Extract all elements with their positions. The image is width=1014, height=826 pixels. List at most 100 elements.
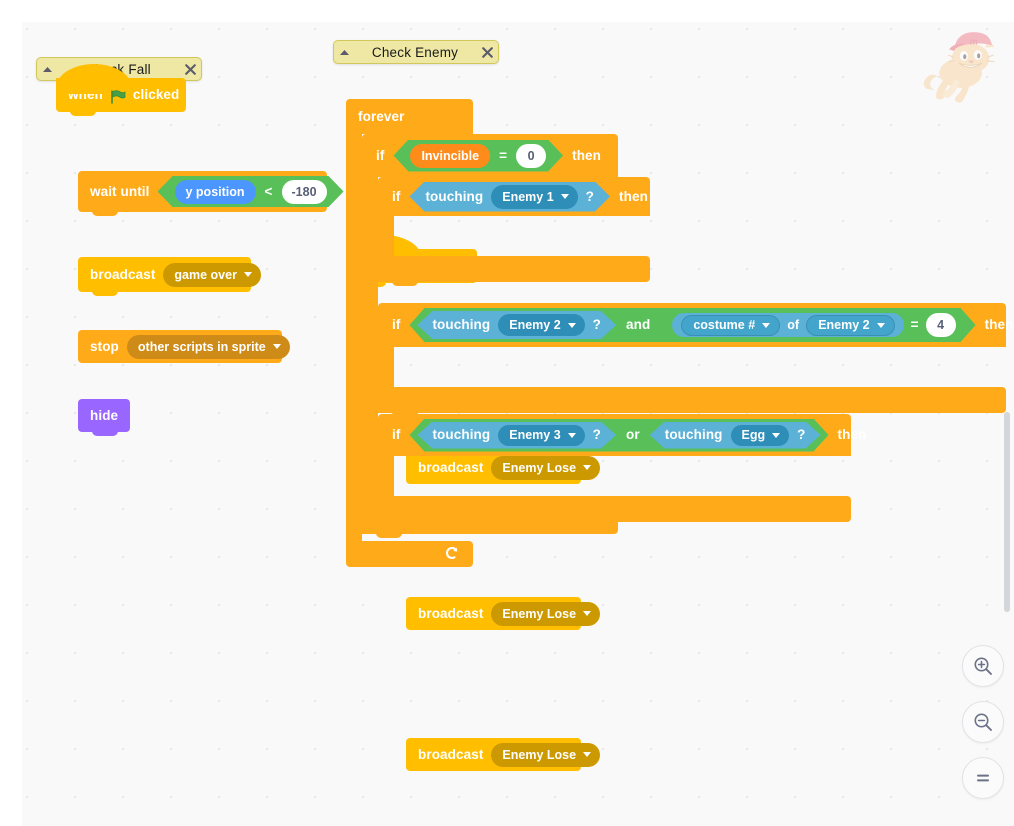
comment-close-icon[interactable]	[476, 46, 498, 58]
if-enemy1-left-arm	[378, 216, 394, 256]
chevron-down-icon	[583, 465, 592, 470]
if-label: if	[392, 188, 401, 204]
dropdown-value: Enemy Lose	[502, 606, 577, 621]
when-label: when	[68, 87, 103, 103]
if-label: if	[376, 147, 385, 163]
then-label: then	[837, 427, 867, 443]
chevron-down-icon	[568, 323, 576, 328]
block-stop-other-scripts[interactable]: stop other scripts in sprite	[78, 330, 290, 363]
then-label: then	[619, 188, 648, 204]
block-broadcast-enemy-lose-2[interactable]: broadcast Enemy Lose	[406, 597, 601, 630]
dropdown-value: Enemy 3	[509, 428, 561, 442]
dropdown-broadcast-message[interactable]: Enemy Lose	[491, 455, 601, 480]
equals-symbol: =	[910, 317, 919, 333]
if-invincible-left-arm	[362, 177, 378, 508]
block-if-touching-enemy1[interactable]: if touching Enemy 1 ? then	[378, 177, 650, 286]
comment-check-enemy[interactable]: Check Enemy	[333, 40, 499, 64]
dropdown-touching-target[interactable]: Enemy 2	[498, 314, 584, 336]
hide-label: hide	[90, 407, 119, 423]
block-when-flag-clicked-checkfall[interactable]: when clicked	[56, 64, 186, 116]
dropdown-value: Enemy 2	[509, 318, 561, 332]
zoom-out-button[interactable]	[962, 701, 1004, 743]
condition-invincible-equals[interactable]: Invincible = 0	[393, 140, 563, 172]
condition-touching-enemy1[interactable]: touching Enemy 1 ?	[409, 182, 610, 212]
input-invincible-value[interactable]: 0	[516, 144, 546, 168]
condition-touching-enemy2[interactable]: touching Enemy 2 ?	[417, 311, 616, 339]
block-workspace-canvas[interactable]: m Check Fall	[22, 22, 1014, 826]
question-mark: ?	[592, 317, 602, 333]
condition-touching-enemy3[interactable]: touching Enemy 3 ?	[417, 422, 616, 449]
block-if-touching-enemy3-or-egg[interactable]: if touching Enemy 3 ? or touching Egg ? …	[378, 414, 866, 526]
if-enemy3-left-arm	[378, 456, 394, 496]
zoom-reset-button[interactable]	[962, 757, 1004, 799]
input-threshold-value[interactable]: -180	[282, 180, 327, 204]
svg-text:m: m	[970, 36, 978, 46]
input-costume-number[interactable]: 4	[926, 313, 956, 337]
dropdown-value: Enemy Lose	[502, 747, 577, 762]
block-hide-checkfall[interactable]: hide	[78, 399, 130, 436]
variable-invincible[interactable]: Invincible	[410, 144, 490, 168]
wait-until-label: wait until	[90, 183, 150, 199]
dropdown-value: game over	[174, 267, 237, 282]
operator-and[interactable]: touching Enemy 2 ? and costume # of Enem…	[409, 308, 975, 342]
if-enemy2-left-arm	[378, 347, 394, 387]
dropdown-touching-target[interactable]: Enemy 1	[491, 185, 577, 209]
less-than-symbol: <	[264, 183, 273, 199]
reporter-costume-of-enemy2[interactable]: costume # of Enemy 2	[672, 313, 903, 337]
operator-less-than[interactable]: y position < -180	[158, 176, 344, 207]
dropdown-touching-target[interactable]: Enemy 3	[498, 425, 584, 446]
vertical-scrollbar[interactable]	[1004, 412, 1010, 612]
zoom-in-button[interactable]	[962, 645, 1004, 687]
broadcast-label: broadcast	[418, 746, 484, 762]
reporter-y-position[interactable]: y position	[175, 180, 256, 204]
clicked-label: clicked	[132, 87, 180, 103]
dropdown-broadcast-message[interactable]: game over	[163, 262, 261, 287]
touching-label: touching	[664, 427, 723, 443]
dropdown-attribute[interactable]: costume #	[681, 315, 780, 336]
forever-left-arm	[346, 134, 362, 541]
then-label: then	[572, 147, 601, 163]
dropdown-of-target[interactable]: Enemy 2	[806, 315, 894, 336]
dropdown-touching-target[interactable]: Egg	[731, 425, 790, 446]
block-if-touching-enemy2-and-costume[interactable]: if touching Enemy 2 ? and costume # of E…	[378, 303, 1013, 417]
dropdown-value: Enemy Lose	[502, 460, 577, 475]
stop-label: stop	[90, 338, 119, 354]
forever-header[interactable]: forever	[346, 99, 473, 134]
equals-symbol: =	[499, 147, 508, 163]
dropdown-value: other scripts in sprite	[137, 339, 266, 354]
block-broadcast-game-over[interactable]: broadcast game over	[78, 257, 261, 296]
broadcast-label: broadcast	[418, 459, 484, 475]
question-mark: ?	[585, 188, 595, 204]
if-enemy1-header[interactable]: if touching Enemy 1 ? then	[378, 177, 650, 216]
chevron-down-icon	[583, 752, 592, 757]
block-broadcast-enemy-lose-3[interactable]: broadcast Enemy Lose	[406, 738, 601, 771]
operator-or[interactable]: touching Enemy 3 ? or touching Egg ?	[409, 419, 828, 452]
dropdown-value: costume #	[693, 318, 756, 332]
question-mark: ?	[592, 427, 602, 443]
condition-touching-egg[interactable]: touching Egg ?	[650, 422, 821, 449]
chevron-down-icon	[561, 194, 569, 199]
if-enemy3-header[interactable]: if touching Enemy 3 ? or touching Egg ? …	[378, 414, 866, 456]
question-mark: ?	[797, 427, 806, 443]
if-invincible-header[interactable]: if Invincible = 0 then	[362, 134, 618, 177]
dropdown-broadcast-message[interactable]: Enemy Lose	[491, 742, 601, 767]
block-forever[interactable]: forever	[346, 99, 473, 567]
comment-collapse-icon[interactable]	[37, 66, 57, 73]
block-wait-until[interactable]: wait until y position < -180	[78, 171, 327, 216]
or-label: or	[626, 427, 640, 443]
comment-collapse-icon[interactable]	[334, 49, 354, 56]
dropdown-value: Enemy 1	[502, 189, 554, 204]
block-if-invincible[interactable]: if Invincible = 0 then	[362, 134, 618, 538]
of-label: of	[787, 317, 800, 332]
if-enemy1-footer	[378, 256, 650, 286]
if-label: if	[392, 317, 401, 333]
then-label: then	[984, 317, 1014, 333]
operator-equals-costume[interactable]: costume # of Enemy 2 = 4	[660, 311, 967, 339]
dropdown-stop-option[interactable]: other scripts in sprite	[126, 334, 290, 359]
comment-close-icon[interactable]	[179, 63, 201, 75]
chevron-down-icon	[243, 272, 252, 277]
dropdown-broadcast-message[interactable]: Enemy Lose	[491, 601, 601, 626]
touching-label: touching	[425, 188, 484, 204]
broadcast-label: broadcast	[418, 605, 484, 621]
if-enemy2-header[interactable]: if touching Enemy 2 ? and costume # of E…	[378, 303, 1013, 347]
